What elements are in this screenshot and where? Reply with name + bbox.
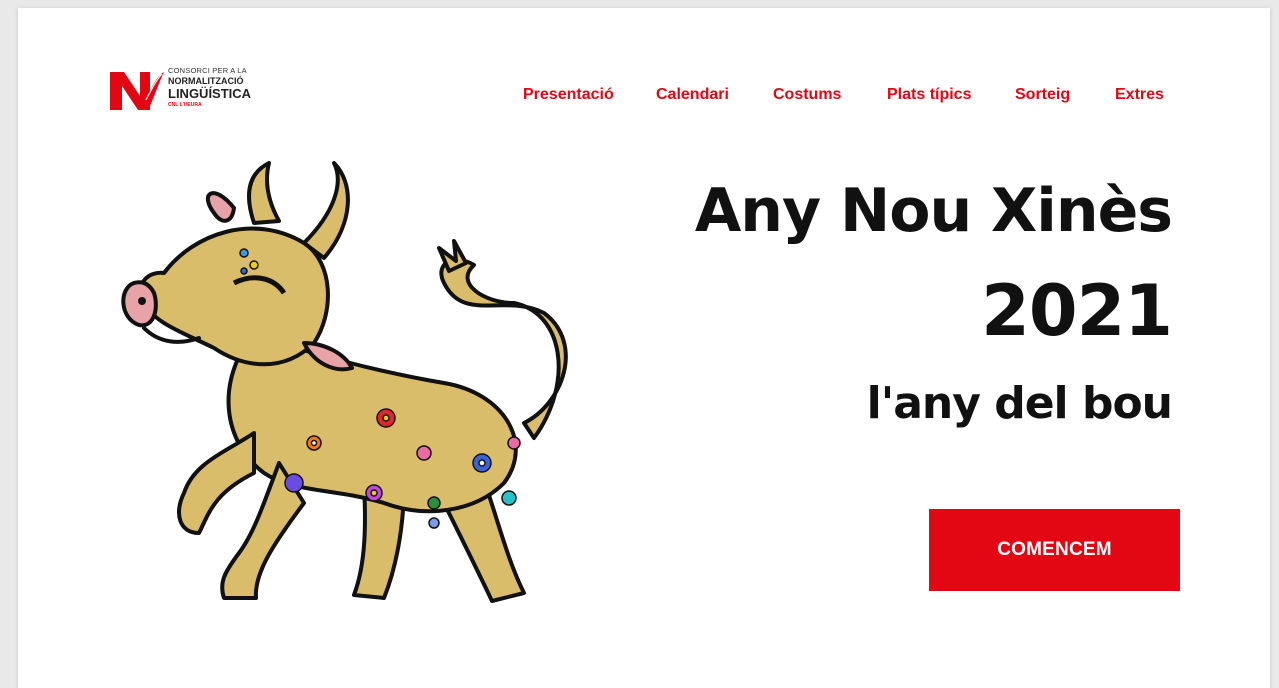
comencem-button[interactable]: COMENCEM (929, 509, 1180, 591)
logo-line-2: NORMALITZACIÓ (168, 75, 244, 86)
nav-item-calendari[interactable]: Calendari (656, 86, 729, 104)
logo-mark-icon (110, 72, 164, 110)
logo-line-3: LINGÜÍSTICA (168, 85, 252, 101)
ox-illustration (121, 161, 568, 603)
nav-item-presentacio[interactable]: Presentació (523, 86, 614, 104)
logo-line-4: CNL L'HEURA (168, 101, 202, 108)
cnl-logo[interactable]: CONSORCI PER A LA NORMALITZACIÓ LINGÜÍST… (110, 66, 285, 128)
page-card: CONSORCI PER A LA NORMALITZACIÓ LINGÜÍST… (18, 8, 1270, 688)
nav-item-sorteig[interactable]: Sorteig (1015, 86, 1070, 104)
hero-subtitle: l'any del bou (866, 378, 1173, 429)
hero-year: 2021 (981, 270, 1173, 352)
hero-title: Any Nou Xinès (694, 176, 1173, 246)
nav-item-costums[interactable]: Costums (773, 86, 841, 104)
nav-item-extres[interactable]: Extres (1115, 86, 1164, 104)
logo-line-1: CONSORCI PER A LA (168, 66, 247, 75)
nav-item-plats-tipics[interactable]: Plats típics (887, 86, 971, 104)
